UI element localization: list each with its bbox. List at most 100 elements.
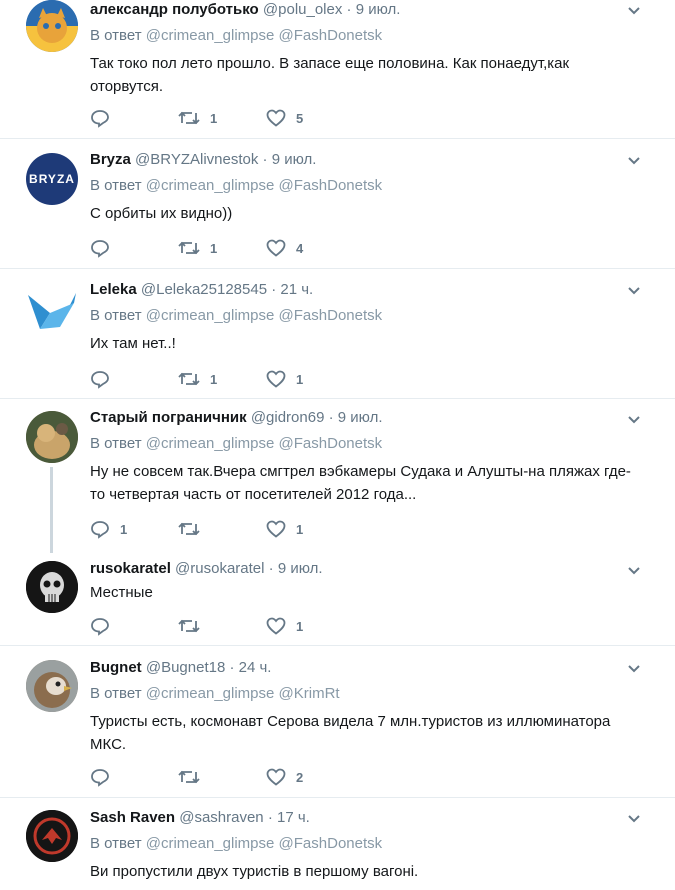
display-name[interactable]: Bugnet [90,659,142,676]
retweet-count: 1 [210,110,218,126]
tweet[interactable]: Sash Raven @sashraven · 17 ч. В ответ @c… [0,798,675,890]
chevron-down-icon[interactable] [627,413,641,427]
tweet[interactable]: александр полуботько @polu_olex · 9 июл.… [0,0,675,139]
display-name[interactable]: rusokaratel [90,560,171,577]
avatar[interactable] [26,810,78,862]
reply-button[interactable] [90,238,178,258]
reply-context: В ответ @crimean_glimpse @FashDonetsk [90,434,645,454]
avatar[interactable]: BRYZA [26,153,78,205]
timestamp[interactable]: 9 июл. [356,1,401,18]
mention-link[interactable]: @FashDonetsk [279,27,383,44]
heart-icon [266,109,286,127]
retweet-icon [178,619,200,633]
tweet-header: rusokaratel @rusokaratel · 9 июл. [90,559,645,579]
reply-context: В ответ @crimean_glimpse @FashDonetsk [90,176,645,196]
mention-link[interactable]: @crimean_glimpse [146,835,275,852]
mention-link[interactable]: @KrimRt [279,685,340,702]
retweet-button[interactable]: 1 [178,370,266,388]
separator-dot: · [262,151,268,168]
reply-icon [91,371,109,389]
username[interactable]: @rusokaratel [175,560,264,577]
like-button[interactable]: 1 [266,617,354,635]
mention-link[interactable]: @crimean_glimpse [146,27,275,44]
separator-dot: · [267,809,273,826]
reply-button[interactable] [90,616,178,636]
tweet[interactable]: Старый пограничник @gidron69 · 9 июл. В … [0,399,675,553]
raven-logo-icon [26,810,78,862]
chevron-down-icon[interactable] [627,662,641,676]
mention-link[interactable]: @crimean_glimpse [146,177,275,194]
reply-prefix: В ответ [90,685,142,702]
tweet-text: Местные [90,584,153,601]
mention-link[interactable]: @FashDonetsk [279,177,383,194]
username[interactable]: @polu_olex [263,1,342,18]
thread-line [50,467,53,553]
reply-icon [91,240,109,258]
chevron-down-icon[interactable] [627,564,641,578]
retweet-button[interactable]: 1 [178,239,266,257]
mention-link[interactable]: @crimean_glimpse [146,435,275,452]
retweet-button[interactable] [178,520,266,538]
tweet-text: Так токо пол лето прошло. В запасе еще п… [90,55,570,95]
retweet-icon [178,241,200,255]
reply-button[interactable] [90,767,178,787]
mention-link[interactable]: @crimean_glimpse [146,307,275,324]
mention-link[interactable]: @FashDonetsk [279,835,383,852]
like-button[interactable]: 1 [266,520,354,538]
avatar[interactable] [26,0,78,52]
username[interactable]: @BRYZAlivnestok [135,151,258,168]
avatar[interactable] [26,283,78,335]
chevron-down-icon[interactable] [627,4,641,18]
reply-prefix: В ответ [90,27,142,44]
reply-button[interactable] [90,369,178,389]
reply-context: В ответ @crimean_glimpse @FashDonetsk [90,306,645,326]
mention-link[interactable]: @FashDonetsk [279,307,383,324]
like-count: 1 [296,618,304,634]
chevron-down-icon[interactable] [627,154,641,168]
display-name[interactable]: Sash Raven [90,809,175,826]
reply-context: В ответ @crimean_glimpse @FashDonetsk [90,26,645,46]
like-button[interactable]: 2 [266,768,354,786]
retweet-icon [178,770,200,784]
tweet[interactable]: Leleka @Leleka25128545 · 21 ч. В ответ @… [0,269,675,399]
avatar[interactable] [26,561,78,613]
tweet-header: Bryza @BRYZAlivnestok · 9 июл. [90,150,645,170]
like-count: 1 [296,371,304,387]
timestamp[interactable]: 24 ч. [239,659,272,676]
tweet-header: александр полуботько @polu_olex · 9 июл. [90,0,645,20]
mention-link[interactable]: @FashDonetsk [279,435,383,452]
chevron-down-icon[interactable] [627,284,641,298]
display-name[interactable]: александр полуботько [90,1,259,18]
tweet[interactable]: Bugnet @Bugnet18 · 24 ч. В ответ @crimea… [0,646,675,798]
display-name[interactable]: Leleka [90,281,137,298]
reply-button[interactable]: 1 [90,519,178,539]
username[interactable]: @gidron69 [251,409,325,426]
timestamp[interactable]: 21 ч. [280,281,313,298]
chevron-down-icon[interactable] [627,812,641,826]
timestamp[interactable]: 9 июл. [278,560,323,577]
retweet-button[interactable]: 1 [178,109,266,127]
tweet[interactable]: BRYZA Bryza @BRYZAlivnestok · 9 июл. В о… [0,139,675,269]
reply-feed: александр полуботько @polu_olex · 9 июл.… [0,0,675,890]
username[interactable]: @sashraven [179,809,263,826]
timestamp[interactable]: 9 июл. [338,409,383,426]
mention-link[interactable]: @crimean_glimpse [146,685,275,702]
display-name[interactable]: Старый пограничник [90,409,247,426]
retweet-button[interactable] [178,768,266,786]
tweet-text: Их там нет..! [90,335,176,352]
like-button[interactable]: 5 [266,109,354,127]
reply-count: 1 [120,521,128,537]
timestamp[interactable]: 9 июл. [272,151,317,168]
separator-dot: · [229,659,235,676]
avatar[interactable] [26,660,78,712]
username[interactable]: @Bugnet18 [146,659,225,676]
like-button[interactable]: 4 [266,239,354,257]
display-name[interactable]: Bryza [90,151,131,168]
retweet-button[interactable] [178,617,266,635]
timestamp[interactable]: 17 ч. [277,809,310,826]
tweet[interactable]: rusokaratel @rusokaratel · 9 июл. Местны… [0,550,675,646]
username[interactable]: @Leleka25128545 [141,281,267,298]
reply-button[interactable] [90,108,178,128]
like-button[interactable]: 1 [266,370,354,388]
avatar[interactable] [26,411,78,463]
